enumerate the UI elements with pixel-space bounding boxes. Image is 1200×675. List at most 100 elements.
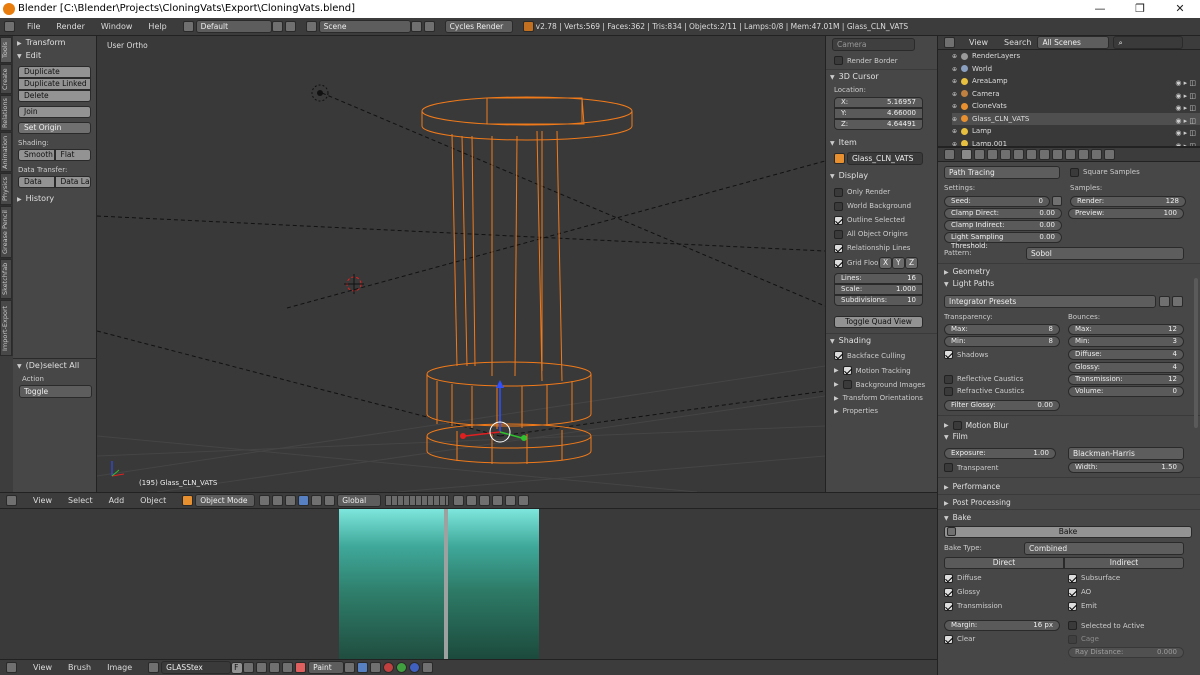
texture-context-icon[interactable] [1078, 149, 1089, 160]
world-context-icon[interactable] [1000, 149, 1011, 160]
panel-display[interactable]: ▼ Display [826, 169, 937, 182]
transparent-checkbox[interactable] [944, 463, 953, 472]
render-samples-field[interactable]: Render: 128 [1070, 195, 1186, 207]
light-sampling-threshold-field[interactable]: Light Sampling Threshold: 0.00 [944, 231, 1062, 250]
lock-icon[interactable] [422, 662, 434, 673]
viewport-shading-icon[interactable] [259, 495, 271, 506]
object-mode-select[interactable]: Object Mode [195, 494, 256, 507]
scene-field[interactable]: Scene [318, 20, 411, 33]
outliner-item[interactable]: ⊕ Glass_CLN_VATS ◉ ▸ ◫ [952, 112, 1200, 125]
display-rgb-icon[interactable] [357, 662, 369, 673]
bake-clear-checkbox[interactable] [944, 634, 953, 644]
translate-icon[interactable] [298, 495, 310, 506]
integrator-select[interactable]: Path Tracing [944, 165, 1060, 179]
proportional-edit-icon[interactable] [466, 495, 478, 506]
selected-to-active-checkbox[interactable] [1068, 621, 1077, 630]
image-name-field[interactable]: GLASStex [161, 661, 232, 674]
motion-tracking-checkbox[interactable] [842, 366, 852, 375]
outliner-item[interactable]: ⊕ Camera ◉ ▸ ◫ [952, 88, 1200, 101]
rotate-icon[interactable] [311, 495, 323, 506]
image-browse-icon[interactable] [148, 662, 160, 673]
clamp-indirect-field[interactable]: Clamp Indirect: 0.00 [944, 219, 1062, 231]
menu-help[interactable]: Help [148, 22, 166, 31]
tab-create[interactable]: Create [0, 64, 12, 94]
filter-glossy-field[interactable]: Filter Glossy: 0.00 [944, 400, 1060, 411]
panel-transform-orientations[interactable]: ▶ Transform Orientations [826, 389, 937, 402]
particles-context-icon[interactable] [1091, 149, 1102, 160]
preview-samples-field[interactable]: Preview: 100 [1068, 207, 1184, 219]
grid-scale-field[interactable]: Scale: 1.000 [834, 284, 923, 295]
outliner-menu-view[interactable]: View [969, 38, 988, 47]
panel-film[interactable]: ▼ Film [938, 431, 1200, 445]
tab-tools[interactable]: Tools [0, 37, 12, 63]
menu-select[interactable]: Select [68, 496, 93, 505]
toggle-quad-view-button[interactable]: Toggle Quad View [834, 316, 923, 328]
manipulator-toggle-icon[interactable] [285, 495, 297, 506]
only-render-checkbox[interactable] [834, 187, 843, 197]
object-context-icon[interactable] [1013, 149, 1024, 160]
outliner-item[interactable]: ⊕ RenderLayers [952, 50, 1200, 63]
bounces-min-field[interactable]: Min: 3 [1068, 335, 1184, 347]
join-button[interactable]: Join [18, 106, 91, 118]
square-samples-checkbox[interactable] [1070, 167, 1079, 177]
background-images-checkbox[interactable] [842, 380, 852, 389]
image-unlink-icon[interactable] [269, 662, 281, 673]
red-channel-icon[interactable] [383, 662, 395, 673]
cursor-x-field[interactable]: X: 5.16957 [834, 97, 923, 108]
cage-checkbox[interactable] [1068, 634, 1077, 644]
flat-button[interactable]: Flat [54, 149, 91, 161]
panel-performance[interactable]: ▶ Performance [938, 477, 1200, 494]
scene-icon[interactable] [305, 21, 317, 32]
scene-add-icon[interactable] [410, 21, 422, 32]
transmission-bounces-field[interactable]: Transmission: 12 [1068, 373, 1184, 385]
menu-window[interactable]: Window [101, 22, 133, 31]
bake-emit-checkbox[interactable] [1068, 601, 1077, 611]
transparency-min-field[interactable]: Min: 8 [944, 335, 1060, 347]
ray-distance-field[interactable]: Ray Distance: 0.000 [1068, 646, 1184, 658]
panel-history[interactable]: ▶ History [13, 192, 96, 205]
menu-brush[interactable]: Brush [68, 663, 91, 672]
panel-post-processing[interactable]: ▶ Post Processing [938, 494, 1200, 509]
panel-shading[interactable]: ▼ Shading [826, 333, 937, 346]
outliner-menu-search[interactable]: Search [1004, 38, 1031, 47]
outliner-item[interactable]: ⊕ World [952, 63, 1200, 76]
backface-culling-checkbox[interactable] [834, 351, 843, 360]
glossy-bounces-field[interactable]: Glossy: 4 [1068, 361, 1184, 373]
motion-blur-checkbox[interactable] [952, 420, 962, 430]
refractive-caustics-checkbox[interactable] [944, 386, 953, 396]
remove-preset-icon[interactable] [1172, 296, 1183, 307]
image-open-icon[interactable] [256, 662, 268, 673]
opengl-anim-icon[interactable] [518, 495, 530, 506]
bounces-max-field[interactable]: Max: 12 [1068, 323, 1184, 335]
scene-remove-icon[interactable] [423, 21, 435, 32]
shadows-checkbox[interactable] [944, 350, 953, 359]
screen-layout-icon[interactable] [182, 21, 194, 32]
snap-element-icon[interactable] [492, 495, 504, 506]
item-name-field[interactable]: Glass_CLN_VATS [847, 152, 923, 165]
filter-type-select[interactable]: Blackman-Harris [1068, 447, 1184, 460]
fake-user-button[interactable]: F [231, 661, 244, 674]
screen-add-icon[interactable] [271, 21, 283, 32]
add-preset-icon[interactable] [1159, 296, 1170, 307]
outliner-item[interactable]: ⊕ Lamp ◉ ▸ ◫ [952, 125, 1200, 138]
data-lay-button[interactable]: Data Lay [54, 176, 91, 188]
indirect-tab[interactable]: Indirect [1064, 557, 1184, 569]
editor-type-icon[interactable] [4, 21, 15, 32]
channels-icon[interactable] [344, 662, 356, 673]
cursor-y-field[interactable]: Y: 4.66000 [834, 108, 923, 119]
render-border-checkbox[interactable] [834, 56, 843, 65]
menu-view[interactable]: View [33, 496, 52, 505]
duplicate-button[interactable]: Duplicate [18, 66, 91, 78]
editor-type-icon[interactable] [944, 37, 955, 48]
panel-3d-cursor[interactable]: ▼ 3D Cursor [826, 69, 937, 82]
screen-layout-field[interactable]: Default [195, 20, 272, 33]
world-background-checkbox[interactable] [834, 201, 843, 211]
snap-icon[interactable] [479, 495, 491, 506]
grid-axis-y-toggle[interactable]: Y [892, 257, 905, 269]
grid-axis-x-toggle[interactable]: X [879, 257, 892, 269]
seed-field[interactable]: Seed: 0 [944, 195, 1050, 207]
bake-button[interactable]: Bake [944, 526, 1192, 538]
render-engine-select[interactable]: Cycles Render [444, 20, 513, 33]
green-channel-icon[interactable] [396, 662, 408, 673]
display-alpha-icon[interactable] [370, 662, 382, 673]
